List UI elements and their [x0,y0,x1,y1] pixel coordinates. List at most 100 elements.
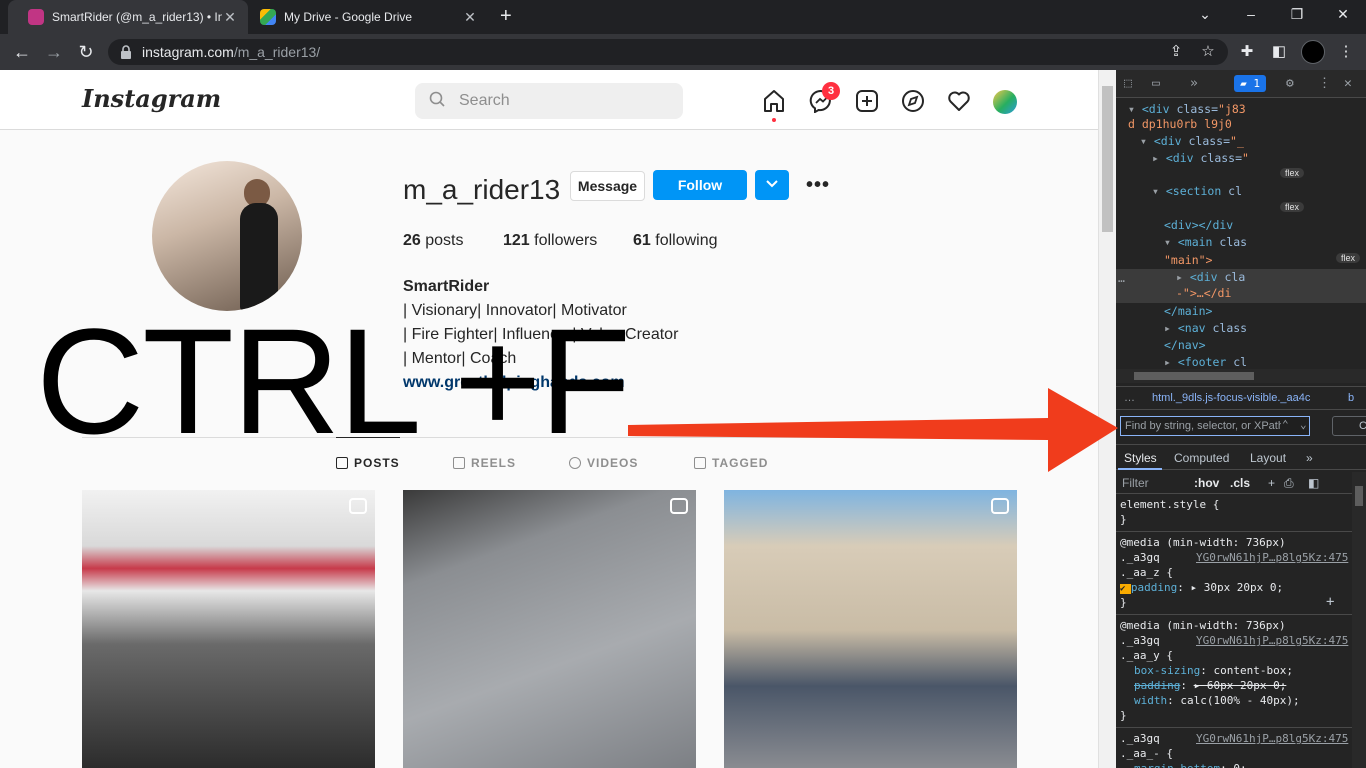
cls-toggle[interactable]: .cls [1230,476,1250,490]
property-checkbox[interactable]: ✔ [1120,584,1131,594]
close-window-icon[interactable]: ✕ [1333,6,1353,23]
suggested-dropdown-button[interactable] [755,170,789,200]
expand-arrow-icon[interactable]: ▾ [1164,235,1178,249]
search-input[interactable] [459,90,669,112]
breadcrumb-item[interactable]: b [1348,392,1354,404]
sidebar-toggle-icon[interactable]: ◧ [1308,476,1319,490]
reload-icon[interactable]: ↻ [76,42,96,62]
extensions-puzzle-icon[interactable]: ✚ [1237,42,1257,60]
expand-arrow-icon[interactable]: ▸ [1152,151,1166,165]
expand-arrow-icon[interactable]: ▸ [1164,321,1178,335]
dom-node-row[interactable]: ▾ <div class="j83 [1128,102,1246,116]
devtools-menu-icon[interactable]: ⋮ [1318,76,1331,91]
flex-badge[interactable]: flex [1336,253,1361,263]
tab-videos[interactable]: VIDEOS [569,456,638,470]
dom-node-row[interactable]: -">…</di [1176,286,1231,300]
close-tab-icon[interactable]: ✕ [222,9,238,26]
css-selector-line[interactable]: ._a3gq YG0rwN61hjP…p8lg5Kz:475 [1120,732,1348,746]
omnibox[interactable]: instagram.com/m_a_rider13/ ⇪ ☆ [108,39,1228,65]
forward-icon[interactable]: → [44,42,64,62]
flex-badge[interactable]: flex [1280,202,1305,212]
dom-node-row[interactable]: ▾ <main clas [1164,235,1247,249]
tab-reels[interactable]: REELS [453,456,516,470]
tab-google-drive[interactable]: My Drive - Google Drive ✕ [248,0,488,34]
expand-arrow-icon[interactable]: ▸ [1164,355,1178,369]
message-button[interactable]: Message [570,171,645,201]
tab-computed[interactable]: Computed [1174,451,1229,465]
post-thumbnail[interactable] [82,490,375,768]
issues-badge[interactable]: ▰ 1 [1234,75,1266,92]
css-property[interactable]: padding: ▸ 60px 20px 0; [1120,679,1286,693]
settings-gear-icon[interactable]: ⚙ [1286,76,1294,91]
post-thumbnail[interactable] [403,490,696,768]
css-property[interactable]: box-sizing: content-box; [1120,664,1293,678]
share-icon[interactable]: ⇪ [1166,42,1186,60]
tab-tagged[interactable]: TAGGED [694,456,768,470]
hov-toggle[interactable]: :hov [1194,476,1219,490]
styles-filter-input[interactable]: Filter [1122,476,1149,490]
breadcrumb-item[interactable]: html._9dls.js-focus-visible._aa4c [1152,392,1310,404]
following-stat[interactable]: 61 following [633,232,718,250]
css-selector-line[interactable]: ._a3gq YG0rwN61hjP…p8lg5Kz:475 [1120,634,1348,648]
menu-kebab-icon[interactable]: ⋮ [1336,42,1356,60]
elements-hscroll[interactable] [1116,369,1366,383]
restore-icon[interactable]: ❐ [1287,6,1307,23]
post-thumbnail[interactable] [724,490,1017,768]
flex-badge[interactable]: flex [1280,168,1305,178]
activity-heart-icon[interactable] [947,89,971,113]
expand-arrow-icon[interactable]: ▾ [1140,134,1154,148]
css-property[interactable]: width: calc(100% - 40px); [1120,694,1300,708]
more-options-button[interactable]: ••• [806,174,830,197]
close-tab-icon[interactable]: ✕ [462,9,478,26]
profile-avatar[interactable] [152,161,302,311]
css-property[interactable]: margin-bottom: 0; [1120,762,1247,768]
tab-posts[interactable]: POSTS [336,437,400,470]
explore-compass-icon[interactable] [901,89,925,113]
find-cancel-button[interactable]: Ca [1332,416,1366,436]
device-toolbar-icon[interactable]: ▭ [1152,76,1160,91]
hscroll-thumb[interactable] [1134,372,1254,380]
dom-node-row[interactable]: d dp1hu0rb l9j0 [1128,117,1232,131]
tab-styles[interactable]: Styles [1124,451,1157,465]
rendering-icon[interactable]: ⎙ [1284,476,1294,491]
minimize-icon[interactable]: – [1241,6,1261,22]
followers-stat[interactable]: 121 followers [503,232,597,250]
dom-node-row[interactable]: </main> [1164,304,1212,318]
tab-layout[interactable]: Layout [1250,451,1286,465]
new-rule-icon[interactable]: + [1268,476,1275,490]
breadcrumb-ellipsis[interactable]: … [1124,392,1135,404]
dom-node-row[interactable]: <div></div [1164,218,1233,232]
home-icon[interactable] [762,89,786,113]
node-actions-ellipsis[interactable]: … [1118,271,1125,285]
dom-node-row[interactable]: ▸ <div cla [1176,270,1245,284]
expand-arrow-icon[interactable]: ▾ [1128,102,1142,116]
back-icon[interactable]: ← [12,42,32,62]
tab-instagram[interactable]: SmartRider (@m_a_rider13) • Inst ✕ [8,0,248,34]
dom-node-row[interactable]: ▸ <div class=" [1152,151,1249,165]
dom-node-row[interactable]: ▸ <footer cl [1164,355,1247,369]
add-property-icon[interactable]: + [1326,595,1334,609]
tab-search-chevron-icon[interactable]: ⌄ [1195,6,1215,23]
dom-node-row[interactable]: ▾ <div class="_ [1140,134,1244,148]
dom-node-row[interactable]: </nav> [1164,338,1206,352]
css-property[interactable]: ✔ padding: ▸ 30px 20px 0; [1120,581,1283,596]
scrollbar-thumb[interactable] [1102,86,1113,232]
page-scrollbar[interactable] [1098,70,1116,768]
close-devtools-icon[interactable]: ✕ [1344,76,1352,91]
find-input[interactable] [1121,417,1281,435]
profile-avatar-icon[interactable] [1301,40,1325,64]
new-post-icon[interactable] [855,89,879,113]
profile-nav-avatar[interactable] [993,90,1017,114]
find-next-icon[interactable]: ⌄ [1300,418,1307,431]
styles-scrollbar-thumb[interactable] [1355,486,1363,506]
css-selector-line[interactable]: ._a3gq YG0rwN61hjP…p8lg5Kz:475 [1120,551,1348,565]
expand-arrow-icon[interactable]: ▾ [1152,184,1166,198]
dom-node-row[interactable]: ▸ <nav class [1164,321,1247,335]
find-prev-icon[interactable]: ⌃ [1282,418,1289,431]
bookmark-star-icon[interactable]: ☆ [1198,42,1218,60]
more-panels-icon[interactable]: » [1306,451,1313,465]
dom-node-row[interactable]: "main"> [1164,253,1212,267]
follow-button[interactable]: Follow [653,170,747,200]
instagram-logo[interactable]: Instagram [82,84,221,113]
expand-arrow-icon[interactable]: ▸ [1176,270,1190,284]
